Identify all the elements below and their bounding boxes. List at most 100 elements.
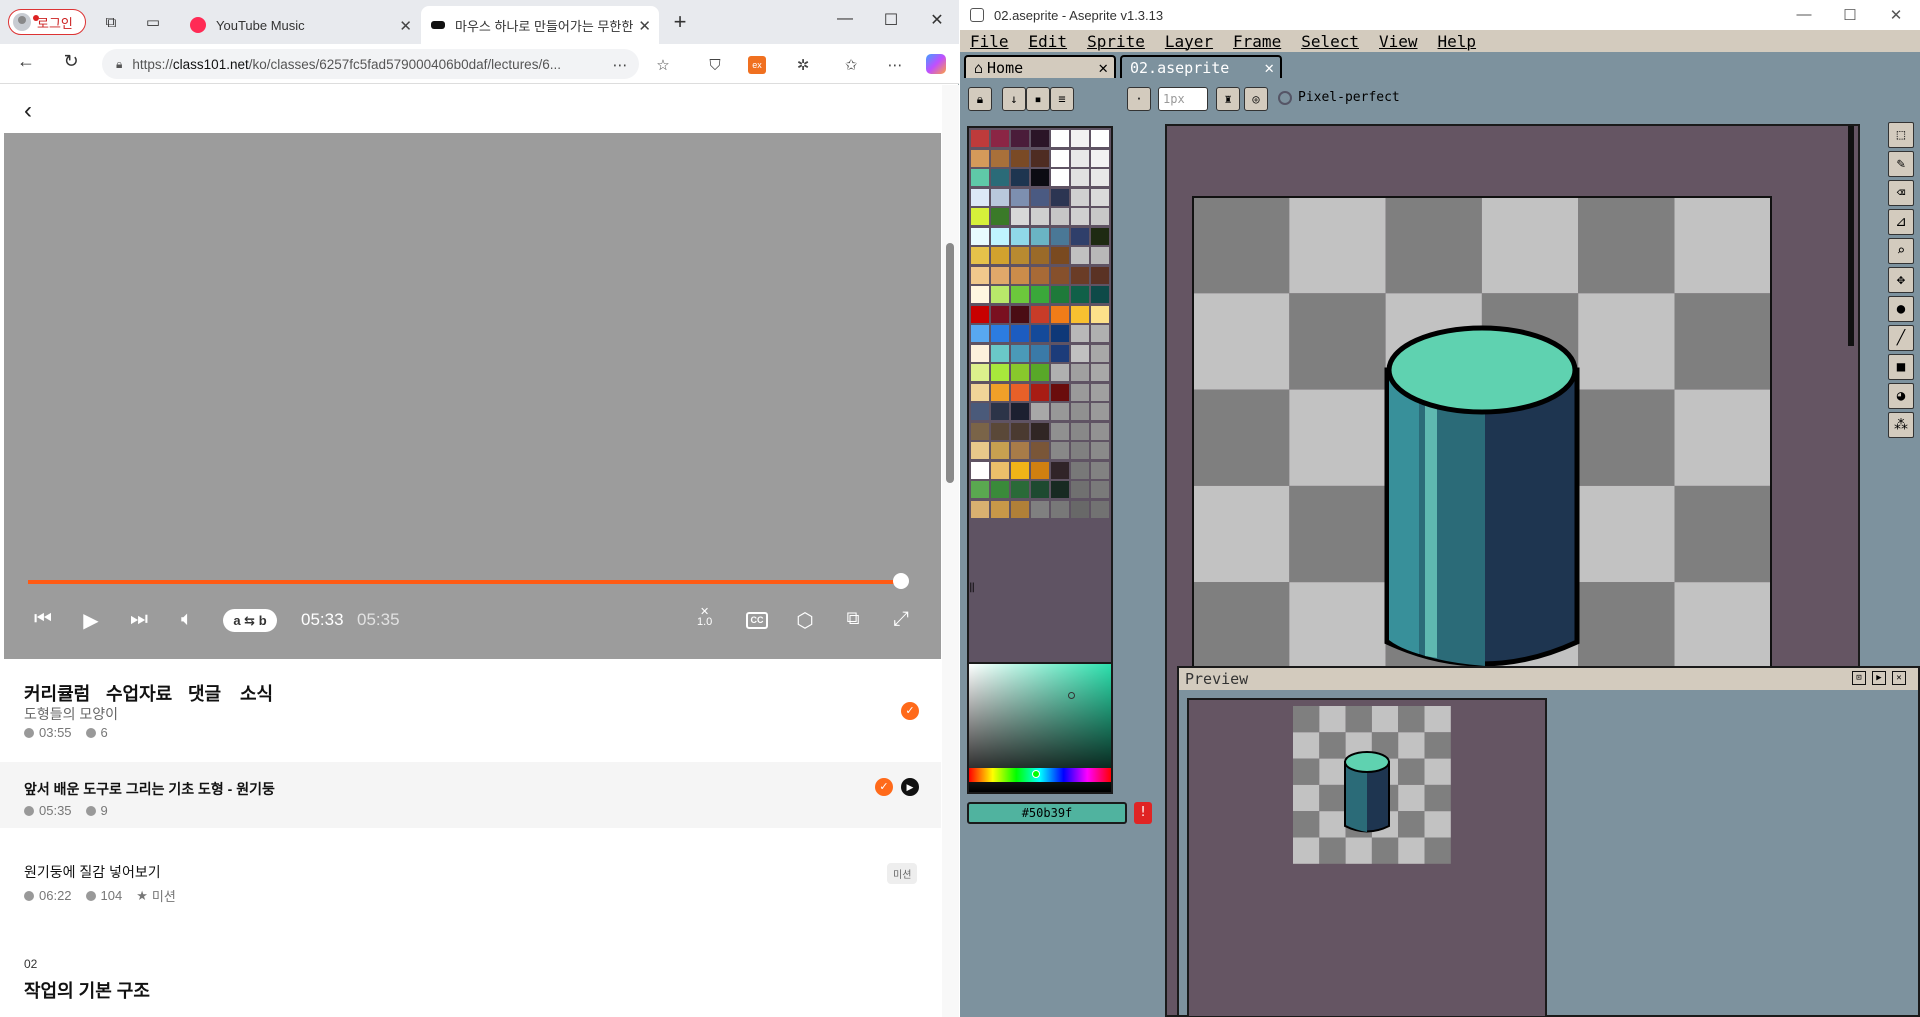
palette-swatch[interactable] bbox=[990, 207, 1010, 226]
palette-swatch[interactable] bbox=[1010, 168, 1030, 187]
palette-swatch[interactable] bbox=[1050, 207, 1070, 226]
palette-swatch[interactable] bbox=[990, 441, 1010, 460]
palette-swatch[interactable] bbox=[990, 246, 1010, 265]
palette-swatch[interactable] bbox=[1030, 226, 1050, 246]
palette-swatch[interactable] bbox=[990, 168, 1010, 187]
palette-swatch[interactable] bbox=[1090, 499, 1110, 519]
reader-icon[interactable]: ⋯ bbox=[609, 54, 631, 76]
palette-swatch[interactable] bbox=[1070, 207, 1090, 226]
palette-swatch[interactable] bbox=[1050, 285, 1070, 304]
palette-swatch[interactable] bbox=[1090, 129, 1110, 148]
palette-swatch[interactable] bbox=[1010, 382, 1030, 402]
palette-swatch[interactable] bbox=[1090, 363, 1110, 382]
minimize-button[interactable]: — bbox=[1784, 6, 1824, 23]
menu-layer[interactable]: Layer bbox=[1165, 32, 1213, 51]
palette-swatch[interactable] bbox=[1070, 265, 1090, 285]
palette-swatch[interactable] bbox=[990, 304, 1010, 324]
palette-swatch[interactable] bbox=[1090, 304, 1110, 324]
palette-swatch[interactable] bbox=[1050, 441, 1070, 460]
palette-swatch[interactable] bbox=[970, 207, 990, 226]
palette-swatch[interactable] bbox=[990, 129, 1010, 148]
palette-swatch[interactable] bbox=[970, 187, 990, 207]
close-window-button[interactable]: ✕ bbox=[1876, 6, 1916, 24]
cc-button[interactable]: CC bbox=[746, 612, 768, 629]
palette-swatch[interactable] bbox=[1010, 207, 1030, 226]
brush-size-input[interactable]: 1px bbox=[1158, 87, 1208, 111]
color-picker-cursor[interactable] bbox=[1068, 692, 1075, 699]
palette-swatch[interactable] bbox=[1050, 148, 1070, 168]
palette-swatch[interactable] bbox=[1030, 285, 1050, 304]
menu-select[interactable]: Select bbox=[1301, 32, 1359, 51]
palette-swatch[interactable] bbox=[970, 265, 990, 285]
warning-icon[interactable]: ! bbox=[1134, 802, 1152, 824]
pixel-perfect-checkbox[interactable] bbox=[1278, 91, 1292, 105]
palette-swatch[interactable] bbox=[1030, 382, 1050, 402]
palette-swatch[interactable] bbox=[1050, 343, 1070, 363]
palette-swatch[interactable] bbox=[1010, 324, 1030, 343]
address-bar[interactable]: 🔒︎ https:// class101.net /ko/classes/625… bbox=[102, 49, 639, 79]
palette-swatch[interactable] bbox=[1070, 382, 1090, 402]
new-tab-button[interactable]: + bbox=[668, 9, 692, 34]
settings-icon[interactable]: ⬡ bbox=[788, 608, 822, 633]
palette-swatch[interactable] bbox=[1090, 148, 1110, 168]
extension-icon[interactable]: ex bbox=[748, 56, 766, 74]
palette-swatch[interactable] bbox=[1030, 402, 1050, 421]
palette-swatch[interactable] bbox=[1050, 226, 1070, 246]
palette-swatch[interactable] bbox=[1010, 460, 1030, 480]
palette-swatch[interactable] bbox=[1010, 343, 1030, 363]
palette-swatch[interactable] bbox=[1030, 460, 1050, 480]
palette-swatch[interactable] bbox=[1030, 499, 1050, 519]
tab-actions-icon[interactable]: ▭ bbox=[141, 10, 165, 34]
palette-swatch[interactable] bbox=[1090, 460, 1110, 480]
palette-swatch[interactable] bbox=[970, 402, 990, 421]
palette-swatch[interactable] bbox=[970, 324, 990, 343]
palette-swatch[interactable] bbox=[1030, 246, 1050, 265]
palette-swatch[interactable] bbox=[990, 421, 1010, 441]
palette-swatch[interactable] bbox=[970, 460, 990, 480]
palette-swatch[interactable] bbox=[1090, 421, 1110, 441]
workspaces-icon[interactable]: ⧉ bbox=[99, 10, 123, 34]
palette-swatch[interactable] bbox=[1030, 207, 1050, 226]
palette-swatch[interactable] bbox=[1070, 187, 1090, 207]
copilot-icon[interactable] bbox=[926, 54, 946, 74]
paint-bucket-tool-icon[interactable]: ● bbox=[1888, 296, 1914, 322]
palette-swatch[interactable] bbox=[1050, 363, 1070, 382]
palette-swatch[interactable] bbox=[1090, 324, 1110, 343]
palette-swatch[interactable] bbox=[1010, 285, 1030, 304]
palette-save-icon[interactable]: ▪ bbox=[1026, 87, 1050, 111]
progress-knob[interactable] bbox=[892, 573, 909, 589]
list-item[interactable]: 도형들의 모양이 03:55 6 ✓ bbox=[0, 702, 941, 745]
preview-center-icon[interactable]: ⊡ bbox=[1852, 671, 1866, 685]
tab-class101[interactable]: 마우스 하나로 만들어가는 무한한 ✕ bbox=[421, 6, 659, 44]
palette-swatch[interactable] bbox=[990, 363, 1010, 382]
minimize-button[interactable]: — bbox=[825, 10, 865, 28]
move-tool-icon[interactable]: ✥ bbox=[1888, 267, 1914, 293]
palette-swatch[interactable] bbox=[970, 226, 990, 246]
palette-swatch[interactable] bbox=[990, 285, 1010, 304]
palette-swatch[interactable] bbox=[1030, 343, 1050, 363]
ab-repeat-button[interactable]: a ⇆ b bbox=[223, 609, 277, 632]
palette-swatch[interactable] bbox=[1010, 402, 1030, 421]
tab-02-aseprite[interactable]: 02.aseprite ✕ bbox=[1120, 55, 1282, 78]
tab-home[interactable]: ⌂ Home ✕ bbox=[964, 55, 1116, 78]
previous-icon[interactable]: ⏮ bbox=[26, 608, 60, 631]
palette-swatch[interactable] bbox=[1010, 246, 1030, 265]
tab-materials[interactable]: 수업자료 bbox=[106, 680, 172, 706]
palette-swatch[interactable] bbox=[1010, 265, 1030, 285]
palette-swatch[interactable] bbox=[970, 421, 990, 441]
palette-swatch[interactable] bbox=[1070, 499, 1090, 519]
palette-swatch[interactable] bbox=[1030, 265, 1050, 285]
close-tab-icon[interactable]: ✕ bbox=[399, 17, 412, 35]
palette-swatch[interactable] bbox=[1050, 324, 1070, 343]
menu-sprite[interactable]: Sprite bbox=[1087, 32, 1145, 51]
tab-curriculum[interactable]: 커리큘럼 bbox=[24, 680, 90, 706]
extensions-puzzle-icon[interactable]: ✲ bbox=[792, 54, 814, 76]
palette-swatch[interactable] bbox=[990, 148, 1010, 168]
list-item[interactable]: 앞서 배운 도구로 그리는 기초 도형 - 원기둥 05:35 9 ✓ ▶ bbox=[0, 762, 941, 828]
palette-swatch[interactable] bbox=[970, 246, 990, 265]
palette-swatch[interactable] bbox=[1010, 421, 1030, 441]
palette-swatch[interactable] bbox=[1070, 460, 1090, 480]
palette-swatch[interactable] bbox=[1070, 246, 1090, 265]
palette-swatch[interactable] bbox=[990, 402, 1010, 421]
rectangular-marquee-tool-icon[interactable]: ⬚ bbox=[1888, 122, 1914, 148]
